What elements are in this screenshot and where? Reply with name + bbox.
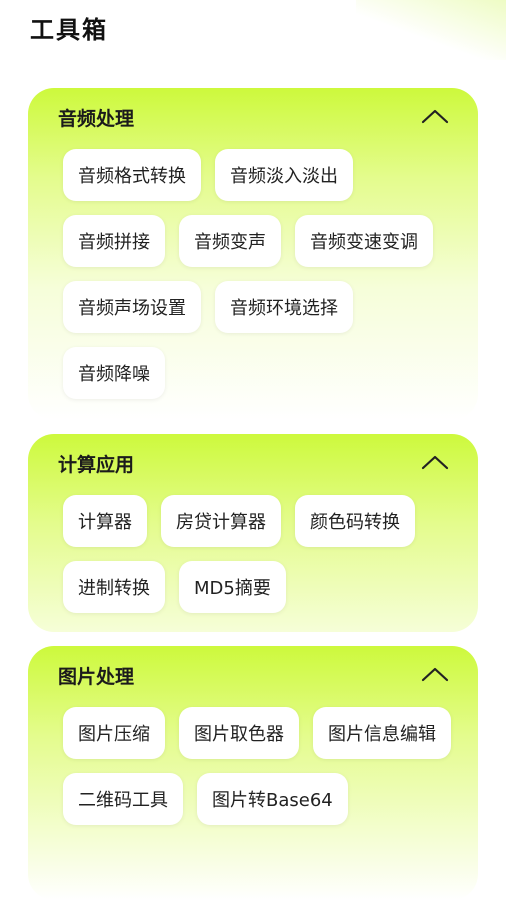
tool-audio-join[interactable]: 音频拼接	[63, 215, 165, 267]
section-audio: 音频处理 音频格式转换 音频淡入淡出 音频拼接 音频变声 音频变速变调 音频声场…	[28, 88, 478, 420]
header-decoration	[356, 0, 506, 60]
collapse-toggle[interactable]	[420, 104, 450, 128]
section-title: 计算应用	[58, 454, 135, 476]
tool-color-code-convert[interactable]: 颜色码转换	[295, 495, 415, 547]
tool-audio-environment[interactable]: 音频环境选择	[215, 281, 353, 333]
section-title: 图片处理	[58, 666, 135, 688]
tool-list: 音频格式转换 音频淡入淡出 音频拼接 音频变声 音频变速变调 音频声场设置 音频…	[28, 142, 478, 399]
tool-audio-fade[interactable]: 音频淡入淡出	[215, 149, 353, 201]
tool-base-convert[interactable]: 进制转换	[63, 561, 165, 613]
page-title: 工具箱	[30, 15, 108, 44]
tool-audio-sound-field[interactable]: 音频声场设置	[63, 281, 201, 333]
tool-image-info-edit[interactable]: 图片信息编辑	[313, 707, 451, 759]
tool-audio-speed-pitch[interactable]: 音频变速变调	[295, 215, 433, 267]
section-title: 音频处理	[58, 108, 135, 130]
tool-calculator[interactable]: 计算器	[63, 495, 147, 547]
section-header: 图片处理	[28, 646, 478, 700]
section-header: 计算应用	[28, 434, 478, 488]
collapse-toggle[interactable]	[420, 450, 450, 474]
tool-list: 图片压缩 图片取色器 图片信息编辑 二维码工具 图片转Base64	[28, 700, 478, 825]
tool-list: 计算器 房贷计算器 颜色码转换 进制转换 MD5摘要	[28, 488, 478, 613]
tool-image-to-base64[interactable]: 图片转Base64	[197, 773, 348, 825]
section-calculation: 计算应用 计算器 房贷计算器 颜色码转换 进制转换 MD5摘要	[28, 434, 478, 632]
tool-audio-voice-change[interactable]: 音频变声	[179, 215, 281, 267]
section-image: 图片处理 图片压缩 图片取色器 图片信息编辑 二维码工具 图片转Base64	[28, 646, 478, 900]
tool-image-color-picker[interactable]: 图片取色器	[179, 707, 299, 759]
chevron-up-icon	[421, 667, 449, 682]
section-header: 音频处理	[28, 88, 478, 142]
chevron-up-icon	[421, 455, 449, 470]
collapse-toggle[interactable]	[420, 662, 450, 686]
tool-mortgage-calculator[interactable]: 房贷计算器	[161, 495, 281, 547]
chevron-up-icon	[421, 109, 449, 124]
tool-image-compress[interactable]: 图片压缩	[63, 707, 165, 759]
tool-md5-digest[interactable]: MD5摘要	[179, 561, 286, 613]
tool-audio-denoise[interactable]: 音频降噪	[63, 347, 165, 399]
tool-audio-format-convert[interactable]: 音频格式转换	[63, 149, 201, 201]
tool-qrcode[interactable]: 二维码工具	[63, 773, 183, 825]
